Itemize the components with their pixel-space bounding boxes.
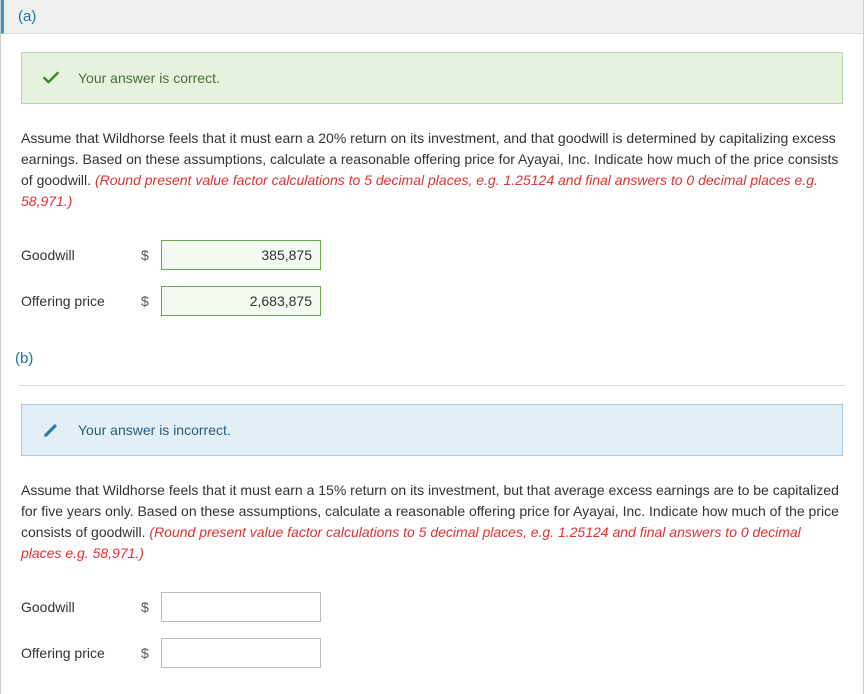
currency-symbol: $ <box>141 599 157 615</box>
part-a-question: Assume that Wildhorse feels that it must… <box>21 128 843 212</box>
part-b-question: Assume that Wildhorse feels that it must… <box>21 480 843 564</box>
check-icon <box>40 67 62 89</box>
offering-label-b: Offering price <box>21 645 141 661</box>
part-b-content: Your answer is incorrect. Assume that Wi… <box>1 386 863 694</box>
part-a-label: (a) <box>18 8 36 25</box>
goodwill-input-b[interactable] <box>161 592 321 622</box>
feedback-correct-bar: Your answer is correct. <box>21 52 843 104</box>
part-b-label: (b) <box>15 350 33 367</box>
offering-input-b[interactable] <box>161 638 321 668</box>
offering-row-b: Offering price $ <box>21 638 843 668</box>
pencil-icon <box>40 419 62 441</box>
offering-row-a: Offering price $ <box>21 286 843 316</box>
goodwill-row-a: Goodwill $ <box>21 240 843 270</box>
offering-label-a: Offering price <box>21 293 141 309</box>
part-a-round-note: (Round present value factor calculations… <box>21 172 818 209</box>
goodwill-label-b: Goodwill <box>21 599 141 615</box>
part-a-content: Your answer is correct. Assume that Wild… <box>1 34 863 342</box>
feedback-incorrect-bar: Your answer is incorrect. <box>21 404 843 456</box>
feedback-incorrect-text: Your answer is incorrect. <box>78 422 231 438</box>
currency-symbol: $ <box>141 247 157 263</box>
part-b-header: (b) <box>1 342 863 375</box>
feedback-correct-text: Your answer is correct. <box>78 70 220 86</box>
currency-symbol: $ <box>141 293 157 309</box>
goodwill-row-b: Goodwill $ <box>21 592 843 622</box>
goodwill-input-a[interactable] <box>161 240 321 270</box>
question-container: (a) Your answer is correct. Assume that … <box>0 0 864 694</box>
currency-symbol: $ <box>141 645 157 661</box>
part-a-header: (a) <box>1 0 863 34</box>
offering-input-a[interactable] <box>161 286 321 316</box>
goodwill-label-a: Goodwill <box>21 247 141 263</box>
